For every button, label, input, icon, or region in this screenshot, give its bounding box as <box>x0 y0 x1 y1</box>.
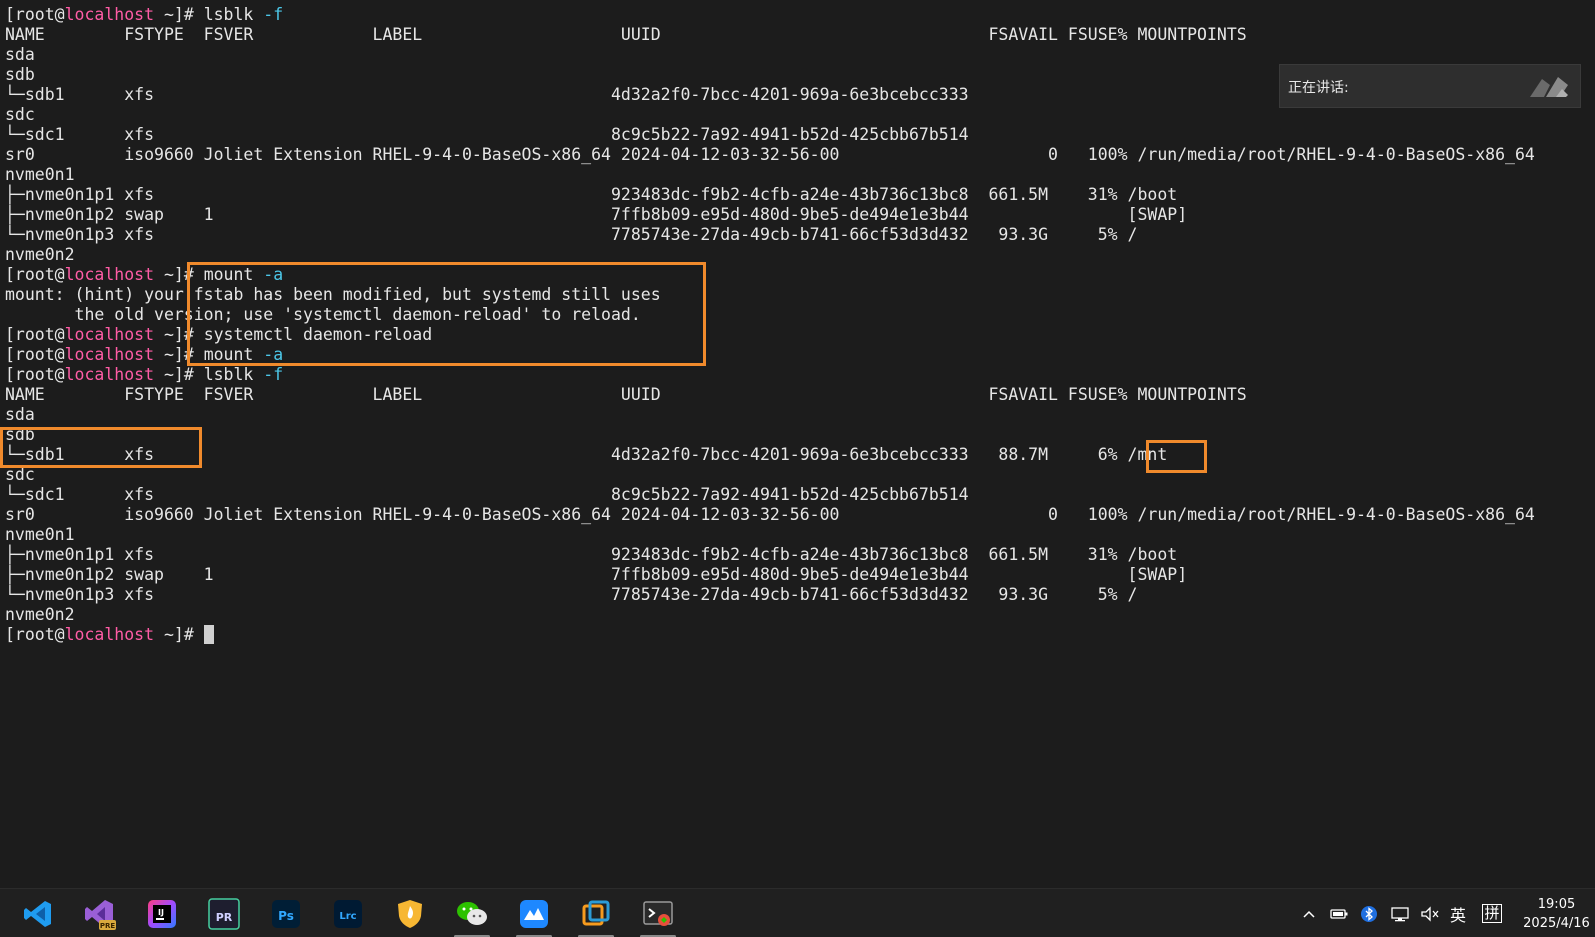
jetbrains-icon[interactable]: IJ <box>138 893 186 934</box>
bluetooth-icon[interactable] <box>1358 889 1380 937</box>
output-row: └─sdc1 xfs 8c9c5b22-7a92-4941-b52d-425cb… <box>5 485 969 504</box>
prompt-close: ~]# <box>154 5 204 24</box>
terminal-app-icon[interactable] <box>634 893 682 937</box>
speaking-indicator-panel: 正在讲话: <box>1279 64 1581 108</box>
ime-mode-label: 拼 <box>1482 904 1502 923</box>
output-row: sr0 iso9660 Joliet Extension RHEL-9-4-0-… <box>5 145 1535 164</box>
terminal-window[interactable]: [root@localhost ~]# lsblk -f NAME FSTYPE… <box>0 0 1595 888</box>
output-row: sdc <box>5 465 35 484</box>
command-name: lsblk <box>203 5 254 24</box>
volume-muted-icon[interactable] <box>1418 889 1442 937</box>
prompt-close: ~]# <box>154 345 204 364</box>
prompt-open: [root@ <box>5 625 65 644</box>
command-flag: -a <box>263 345 284 364</box>
output-row: ├─nvme0n1p2 swap 1 7ffb8b09-e95d-480d-9b… <box>5 565 1188 584</box>
prompt-host: localhost <box>64 5 155 24</box>
prompt-close: ~]# <box>154 265 204 284</box>
output-row: nvme0n1 <box>5 165 75 184</box>
app-watermark-icon <box>1530 77 1568 97</box>
table-header: NAME FSTYPE FSVER LABEL UUID FSAVAIL FSU… <box>5 25 1247 44</box>
vscode-icon[interactable] <box>14 893 62 934</box>
table-header: NAME FSTYPE FSVER LABEL UUID FSAVAIL FSU… <box>5 385 1247 404</box>
photoshop-icon[interactable]: Ps <box>262 893 310 934</box>
output-row: nvme0n2 <box>5 245 75 264</box>
prompt-host: localhost <box>64 325 155 344</box>
command-line: [root@localhost ~]# mount -a <box>5 345 1535 365</box>
mount-hint: mount: (hint) your fstab has been modifi… <box>5 285 661 304</box>
text-cursor <box>203 625 214 644</box>
output-row: ├─nvme0n1p1 xfs 923483dc-f9b2-4cfb-a24e-… <box>5 545 1178 564</box>
premiere-badge: PR <box>216 911 233 924</box>
shield-app-icon[interactable] <box>386 893 434 934</box>
output-row: ├─nvme0n1p1 xfs 923483dc-f9b2-4cfb-a24e-… <box>5 185 1178 204</box>
photoshop-badge: Ps <box>278 909 294 923</box>
output-row: sr0 iso9660 Joliet Extension RHEL-9-4-0-… <box>5 505 1535 524</box>
speaking-label: 正在讲话: <box>1288 80 1349 96</box>
ime-mode-indicator[interactable]: 拼 <box>1480 889 1504 937</box>
prompt-host: localhost <box>64 365 155 384</box>
lightroom-icon[interactable]: Lrc <box>324 893 372 934</box>
clock-date: 2025/4/16 <box>1523 916 1590 931</box>
command-name: lsblk <box>203 365 254 384</box>
prompt-close: ~]# <box>154 625 204 644</box>
output-row: └─nvme0n1p3 xfs 7785743e-27da-49cb-b741-… <box>5 225 1138 244</box>
command-line: [root@localhost ~]# mount -a <box>5 265 1535 285</box>
prompt-host: localhost <box>64 625 155 644</box>
output-row: ├─nvme0n1p2 swap 1 7ffb8b09-e95d-480d-9b… <box>5 205 1188 224</box>
clock-time: 19:05 <box>1537 897 1576 912</box>
command-name: mount <box>203 265 254 284</box>
output-row: sda <box>5 45 35 64</box>
prompt-open: [root@ <box>5 5 65 24</box>
visual-studio-icon[interactable]: PRE <box>76 893 124 934</box>
system-clock[interactable]: 19:05 2025/4/16 <box>1518 895 1595 933</box>
ime-language-indicator[interactable]: 英 <box>1446 889 1470 937</box>
taskbar: PRE IJ PR Ps Lrc 英 拼 19:05 2025/4/16 <box>0 888 1595 937</box>
output-row: nvme0n2 <box>5 605 75 624</box>
command-line: [root@localhost ~]# lsblk -f <box>5 5 1535 25</box>
prompt-close: ~]# <box>154 325 204 344</box>
svg-text:IJ: IJ <box>158 908 164 917</box>
prompt-open: [root@ <box>5 365 65 384</box>
command-line: [root@localhost ~]# systemctl daemon-rel… <box>5 325 1535 345</box>
output-row: └─sdb1 xfs 4d32a2f0-7bcc-4201-969a-6e3bc… <box>5 445 1168 464</box>
battery-icon[interactable] <box>1328 889 1350 937</box>
mount-hint: the old version; use 'systemctl daemon-r… <box>5 305 641 324</box>
prompt-host: localhost <box>64 345 155 364</box>
premiere-icon[interactable]: PR <box>200 893 248 934</box>
output-row: sdb <box>5 425 35 444</box>
command-name: mount <box>203 345 254 364</box>
command-line: [root@localhost ~]# lsblk -f <box>5 365 1535 385</box>
feishu-icon[interactable] <box>510 893 558 937</box>
network-icon[interactable] <box>1388 889 1412 937</box>
output-row: └─sdc1 xfs 8c9c5b22-7a92-4941-b52d-425cb… <box>5 125 969 144</box>
command-flag: -f <box>263 5 284 24</box>
prompt-open: [root@ <box>5 265 65 284</box>
output-row: sda <box>5 405 35 424</box>
wechat-icon[interactable] <box>448 893 496 937</box>
command-flag: -a <box>263 265 284 284</box>
output-row: └─nvme0n1p3 xfs 7785743e-27da-49cb-b741-… <box>5 585 1138 604</box>
vs-badge: PRE <box>100 922 116 930</box>
output-row: nvme0n1 <box>5 525 75 544</box>
vmware-icon[interactable] <box>572 893 620 937</box>
command-name: systemctl daemon-reload <box>203 325 433 344</box>
prompt-close: ~]# <box>154 365 204 384</box>
lightroom-badge: Lrc <box>339 911 356 922</box>
chevron-up-icon[interactable] <box>1298 889 1320 937</box>
current-prompt[interactable]: [root@localhost ~]# <box>5 625 1535 645</box>
output-row: sdc <box>5 105 35 124</box>
command-flag: -f <box>263 365 284 384</box>
prompt-open: [root@ <box>5 345 65 364</box>
desktop: [root@localhost ~]# lsblk -f NAME FSTYPE… <box>0 0 1595 937</box>
prompt-open: [root@ <box>5 325 65 344</box>
prompt-host: localhost <box>64 265 155 284</box>
